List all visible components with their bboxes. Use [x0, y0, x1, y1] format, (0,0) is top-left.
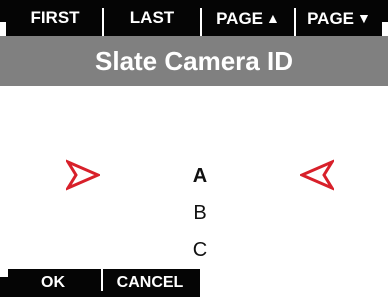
page-down-label: PAGE	[307, 9, 355, 28]
cancel-button[interactable]: CANCEL	[103, 269, 197, 297]
toolbar-corner-left	[0, 22, 6, 36]
page-down-button[interactable]: PAGE ▼	[296, 0, 382, 36]
list-item-selected[interactable]: A	[180, 164, 220, 188]
list-item[interactable]: C	[180, 238, 220, 262]
last-button[interactable]: LAST	[104, 0, 200, 36]
triangle-down-icon: ▼	[357, 10, 371, 26]
left-pointing-arrowhead-icon	[300, 159, 334, 191]
first-button-label: FIRST	[30, 8, 80, 27]
cancel-button-label: CANCEL	[116, 274, 184, 291]
ok-button[interactable]: OK	[6, 269, 100, 297]
page-up-button[interactable]: PAGE ▲	[202, 0, 294, 36]
list-item[interactable]: B	[180, 201, 220, 225]
last-button-label: LAST	[129, 8, 175, 27]
right-pointing-arrowhead-icon	[66, 159, 100, 191]
toolbar-corner-right	[382, 22, 388, 36]
page-title: Slate Camera ID	[0, 36, 388, 86]
page-up-label: PAGE	[216, 9, 264, 28]
triangle-up-icon: ▲	[266, 10, 280, 26]
ok-button-label: OK	[41, 274, 65, 291]
first-button[interactable]: FIRST	[8, 0, 102, 36]
